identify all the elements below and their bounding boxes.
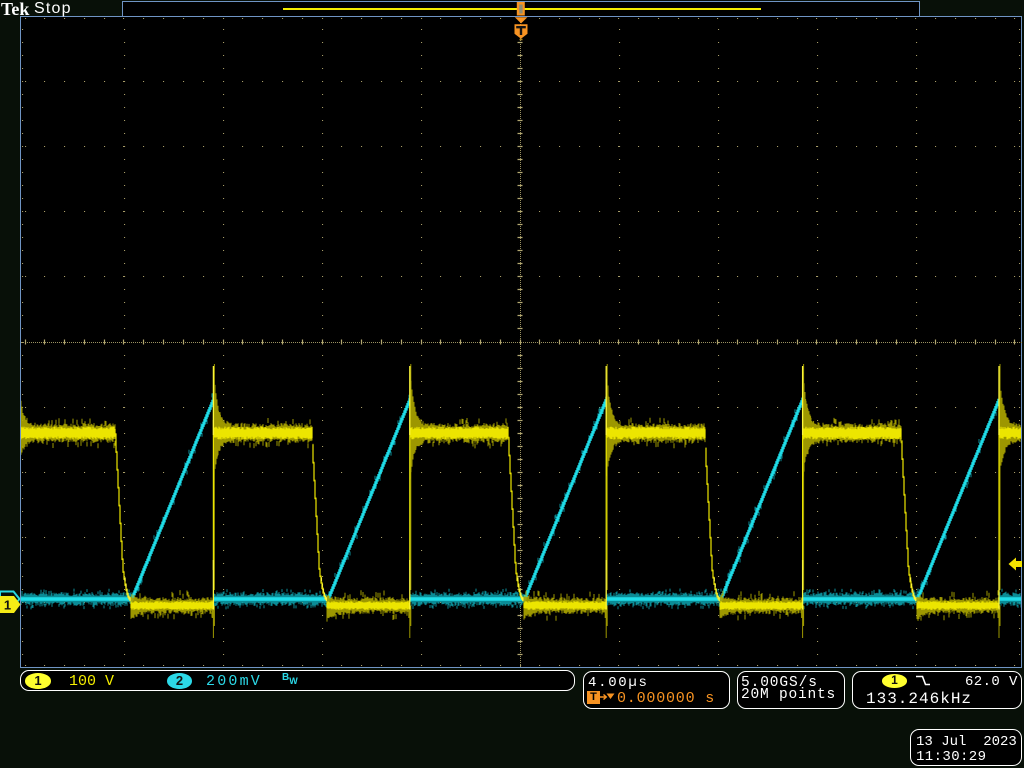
svg-text:1: 1 [4, 598, 11, 613]
